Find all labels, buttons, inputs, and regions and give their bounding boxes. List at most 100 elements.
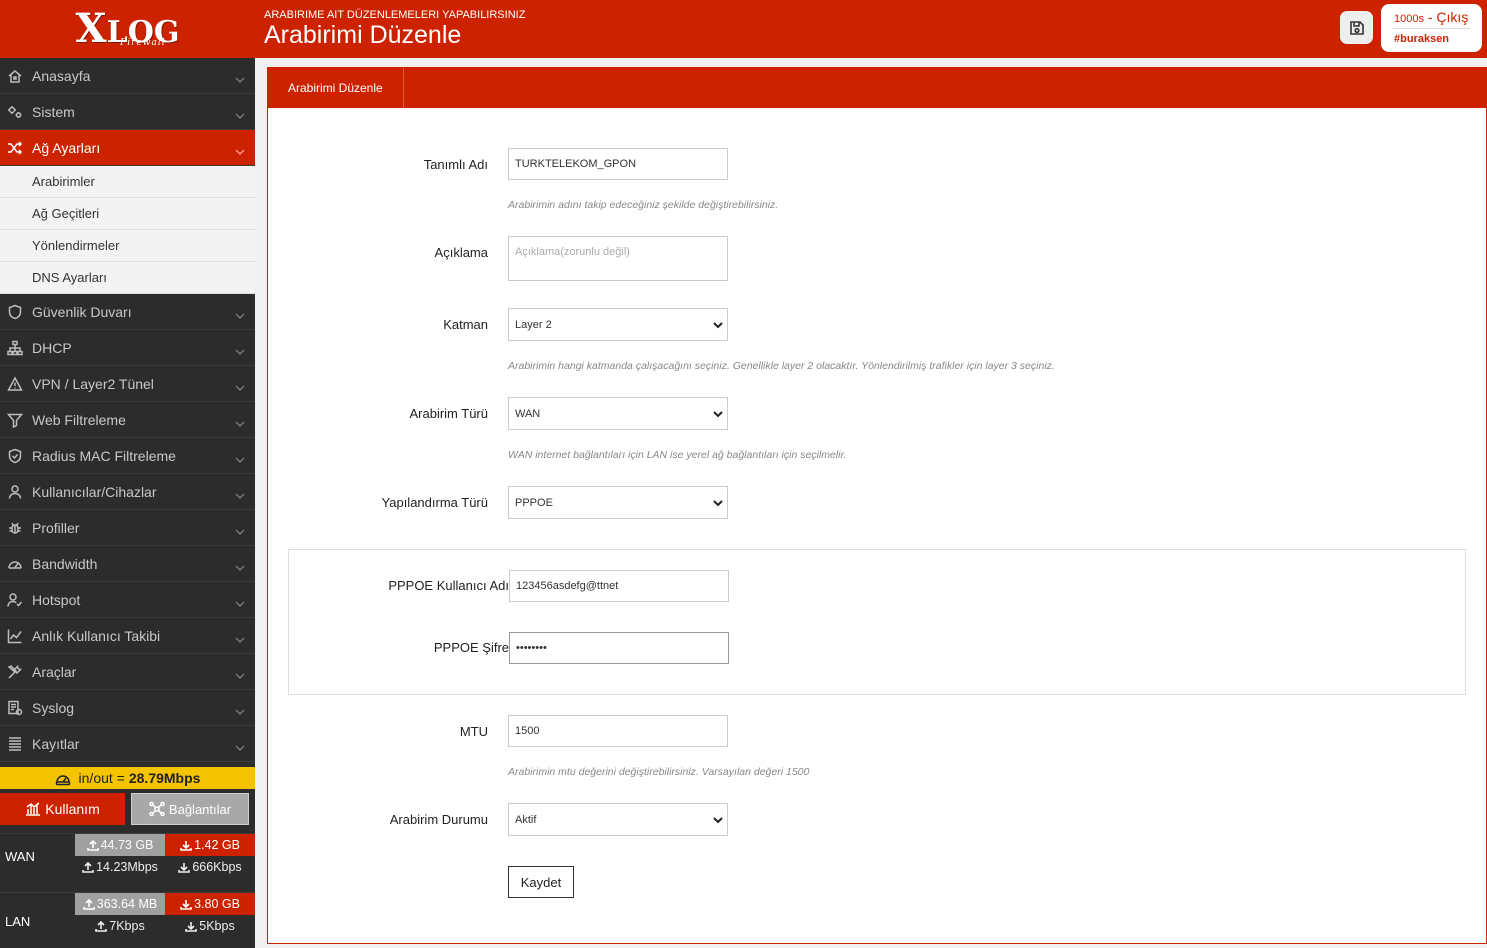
- layer-label: Katman: [443, 317, 488, 332]
- chevron-down-icon: [235, 416, 245, 428]
- chevron-down-icon: [235, 144, 245, 156]
- tools-icon: [6, 663, 24, 681]
- pppoe-username-input[interactable]: 123456asdefg@ttnet: [509, 570, 729, 602]
- pppoe-settings-box: PPPOE Kullanıcı Adı 123456asdefg@ttnet P…: [288, 549, 1466, 695]
- sidebar: XLOG Firewall Anasayfa Sistem Ağ Ayarları …: [0, 0, 255, 948]
- submenu-item-dns-ayarlari[interactable]: DNS Ayarları: [0, 262, 255, 294]
- chevron-down-icon: [235, 72, 245, 84]
- stat-wan-up-rate: 14.23Mbps: [75, 856, 165, 878]
- submenu-item-ag-gecitleri[interactable]: Ağ Geçitleri: [0, 198, 255, 230]
- tab-arabirimi-duzenle[interactable]: Arabirimi Düzenle: [268, 68, 404, 108]
- submenu-item-arabirimler[interactable]: Arabirimler: [0, 166, 255, 198]
- layer-select[interactable]: Layer 2: [508, 308, 728, 341]
- sidebar-item-vpn-layer2-tünel[interactable]: VPN / Layer2 Tünel: [0, 366, 255, 402]
- description-textarea[interactable]: Açıklama(zorunlu değil): [508, 236, 728, 281]
- sidebar-item-label: Kullanıcılar/Cihazlar: [32, 483, 157, 500]
- tab-kullanim-label: Kullanım: [45, 801, 100, 817]
- chevron-down-icon: [235, 668, 245, 680]
- sidebar-item-anasayfa[interactable]: Anasayfa: [0, 58, 255, 94]
- chevron-down-icon: [713, 498, 723, 508]
- name-input[interactable]: TURKTELEKOM_GPON: [508, 148, 728, 180]
- sidebar-item-syslog[interactable]: Syslog: [0, 690, 255, 726]
- sidebar-item-dhcp[interactable]: DHCP: [0, 330, 255, 366]
- stat-lan-label: LAN: [5, 913, 31, 929]
- stat-wan-up-total: 44.73 GB: [75, 834, 165, 856]
- sidebar-item-bandwidth[interactable]: Bandwidth: [0, 546, 255, 582]
- session-timer: 1000s: [1394, 13, 1424, 25]
- traffic-value: 28.79Mbps: [128, 770, 201, 786]
- interface-type-selected: WAN: [515, 407, 541, 420]
- user-box: 1000s - Çıkış #buraksen: [1381, 4, 1482, 52]
- stat-lan-down-total: 3.80 GB: [165, 893, 255, 915]
- tab-baglantilar[interactable]: Bağlantılar: [131, 793, 249, 825]
- sidebar-item-hotspot[interactable]: Hotspot: [0, 582, 255, 618]
- chevron-down-icon: [235, 704, 245, 716]
- sidebar-item-ağ-ayarları[interactable]: Ağ Ayarları: [0, 130, 255, 166]
- interface-status-label: Arabirim Durumu: [389, 812, 488, 827]
- interface-type-select[interactable]: WAN: [508, 397, 728, 430]
- logo[interactable]: XLOG Firewall: [0, 0, 255, 58]
- traffic-label: in/out =: [78, 770, 125, 786]
- sidebar-item-label: Profiller: [32, 519, 80, 536]
- chevron-down-icon: [235, 632, 245, 644]
- shield-check-icon: [6, 447, 24, 465]
- sidebar-item-label: Kayıtlar: [32, 735, 80, 752]
- sidebar-item-anlık-kullanıcı-takibi[interactable]: Anlık Kullanıcı Takibi: [0, 618, 255, 654]
- sidebar-item-sistem[interactable]: Sistem: [0, 94, 255, 130]
- interface-status-select[interactable]: Aktif: [508, 803, 728, 836]
- line-chart-icon: [6, 627, 24, 645]
- floppy-disk-icon: [1349, 20, 1364, 35]
- submenu-item-yonlendirmeler[interactable]: Yönlendirmeler: [0, 230, 255, 262]
- save-config-button[interactable]: [1340, 11, 1373, 44]
- log-icon: [6, 699, 24, 717]
- gauge-icon: [55, 769, 79, 786]
- traffic-summary: in/out = 28.79Mbps: [0, 767, 255, 789]
- sidebar-item-label: Ağ Ayarları: [32, 139, 101, 156]
- download-icon: [180, 900, 192, 910]
- stat-lan: LAN 363.64 MB 3.80 GB 7Kbps 5Kbps: [0, 892, 255, 937]
- page-title: Arabirimi Düzenle: [264, 21, 462, 49]
- stat-wan-down-rate: 666Kbps: [165, 856, 255, 878]
- sidebar-item-web-filtreleme[interactable]: Web Filtreleme: [0, 402, 255, 438]
- description-label: Açıklama: [434, 245, 488, 260]
- chevron-down-icon: [713, 815, 723, 825]
- sidebar-item-label: Anasayfa: [32, 67, 91, 84]
- download-icon: [180, 841, 192, 851]
- brand-sub: Firewall: [120, 38, 166, 48]
- sidebar-item-araçlar[interactable]: Araçlar: [0, 654, 255, 690]
- upload-icon: [86, 839, 99, 851]
- layer-help: Arabirimin hangi katmanda çalışacağını s…: [508, 360, 1055, 372]
- chevron-down-icon: [713, 409, 723, 419]
- sidebar-item-radius-mac-filtreleme[interactable]: Radius MAC Filtreleme: [0, 438, 255, 474]
- config-type-select[interactable]: PPPOE: [508, 486, 728, 519]
- filter-icon: [6, 411, 24, 429]
- sidebar-item-kayıtlar[interactable]: Kayıtlar: [0, 726, 255, 762]
- edit-interface-panel: Arabirimi Düzenle Tanımlı Adı TURKTELEKO…: [267, 67, 1487, 944]
- chevron-down-icon: [235, 488, 245, 500]
- sidebar-item-label: Güvenlik Duvarı: [32, 303, 132, 320]
- tab-kullanim[interactable]: Kullanım: [0, 793, 125, 825]
- submit-button[interactable]: Kaydet: [508, 866, 574, 898]
- name-help: Arabirimin adını takip edeceğiniz şekild…: [508, 199, 779, 211]
- sidebar-item-label: Anlık Kullanıcı Takibi: [32, 627, 161, 644]
- interface-type-help: WAN internet bağlantıları için LAN ise y…: [508, 449, 847, 461]
- shuffle-icon: [6, 139, 24, 157]
- logout-link[interactable]: - Çıkış: [1424, 9, 1468, 25]
- pppoe-password-input[interactable]: ••••••••: [509, 632, 729, 664]
- warning-icon: [6, 375, 24, 393]
- download-icon: [185, 922, 198, 932]
- chevron-down-icon: [235, 740, 245, 752]
- submenu-ag-ayarlari: Arabirimler Ağ Geçitleri Yönlendirmeler …: [0, 166, 255, 294]
- sidebar-item-profiller[interactable]: Profiller: [0, 510, 255, 546]
- sidebar-item-güvenlik-duvarı[interactable]: Güvenlik Duvarı: [0, 294, 255, 330]
- sidebar-item-kullanıcılar-cihazlar[interactable]: Kullanıcılar/Cihazlar: [0, 474, 255, 510]
- sidebar-item-label: Radius MAC Filtreleme: [32, 447, 176, 464]
- mtu-input[interactable]: 1500: [508, 715, 728, 747]
- chevron-down-icon: [713, 320, 723, 330]
- stat-wan-down-total: 1.42 GB: [165, 834, 255, 856]
- sidebar-item-label: Araçlar: [32, 663, 77, 680]
- page-subtitle: ARABIRIME AIT DÜZENLEMELERI YAPABILIRSIN…: [264, 9, 526, 21]
- user-check-icon: [6, 591, 24, 609]
- interface-type-label: Arabirim Türü: [409, 406, 488, 421]
- chevron-down-icon: [235, 344, 245, 356]
